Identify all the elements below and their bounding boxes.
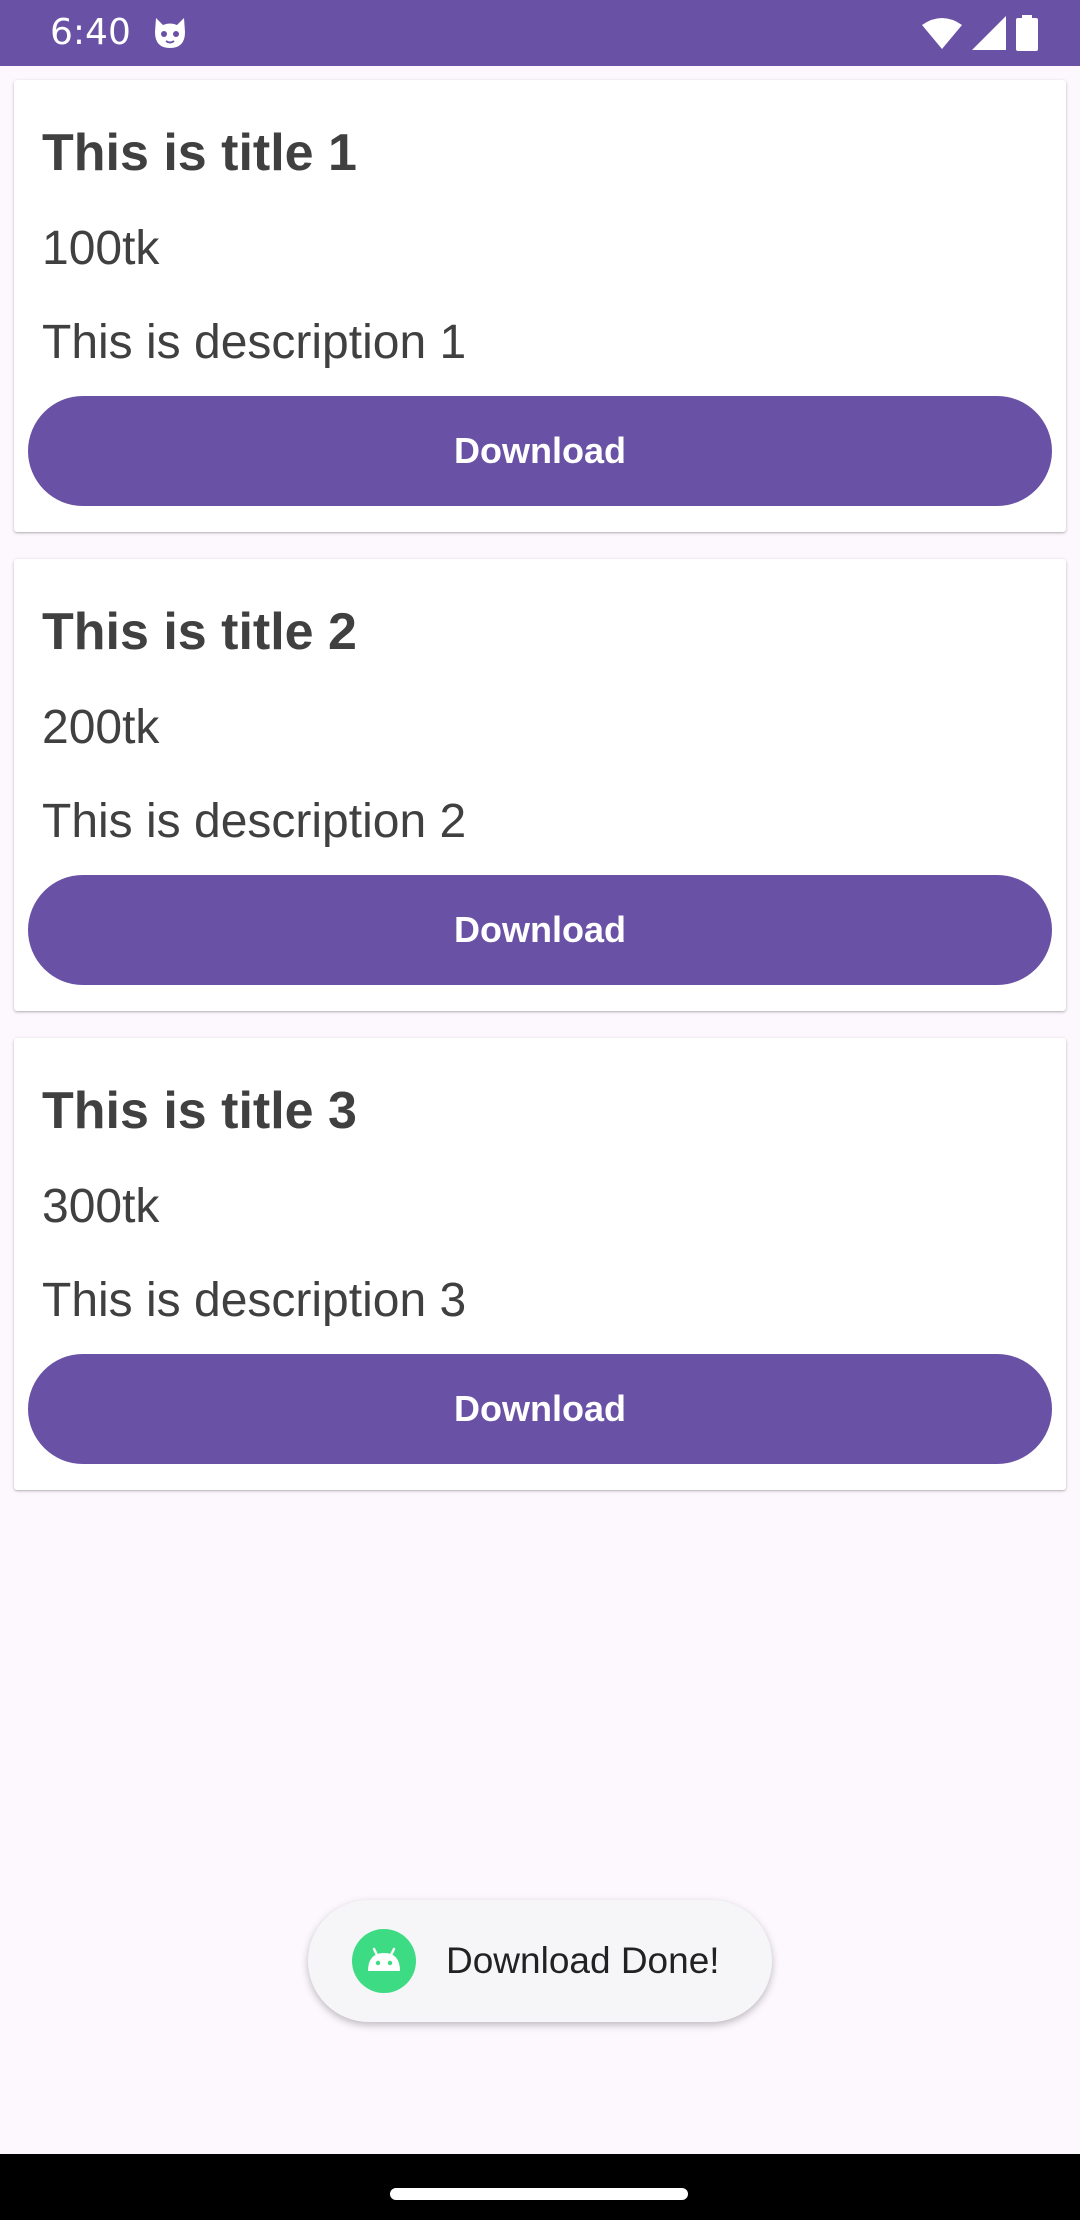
download-button[interactable]: Download: [28, 875, 1052, 985]
card-description: This is description 3: [42, 1274, 467, 1327]
wifi-icon: [922, 17, 962, 49]
download-button[interactable]: Download: [28, 396, 1052, 506]
battery-icon: [1016, 15, 1038, 51]
toast: Download Done!: [308, 1900, 772, 2022]
product-card: This is title 2 200tk This is descriptio…: [14, 559, 1066, 1011]
card-description: This is description 2: [42, 795, 467, 848]
navigation-bar: [0, 2154, 1080, 2220]
status-bar: 6:40: [0, 0, 1080, 66]
status-time: 6:40: [50, 12, 131, 53]
card-title: This is title 1: [42, 124, 357, 182]
download-button[interactable]: Download: [28, 1354, 1052, 1464]
card-title: This is title 2: [42, 603, 357, 661]
card-price: 200tk: [42, 701, 160, 754]
product-card: This is title 3 300tk This is descriptio…: [14, 1038, 1066, 1490]
card-price: 300tk: [42, 1180, 160, 1233]
cat-notification-icon: [152, 16, 188, 50]
status-icons: [922, 14, 1038, 52]
toast-message: Download Done!: [446, 1940, 720, 1981]
product-card: This is title 1 100tk This is descriptio…: [14, 80, 1066, 532]
home-gesture-handle[interactable]: [390, 2188, 688, 2200]
card-description: This is description 1: [42, 316, 467, 369]
card-title: This is title 3: [42, 1082, 357, 1140]
signal-icon: [972, 16, 1006, 50]
android-icon: [352, 1929, 416, 1993]
card-price: 100tk: [42, 222, 160, 275]
